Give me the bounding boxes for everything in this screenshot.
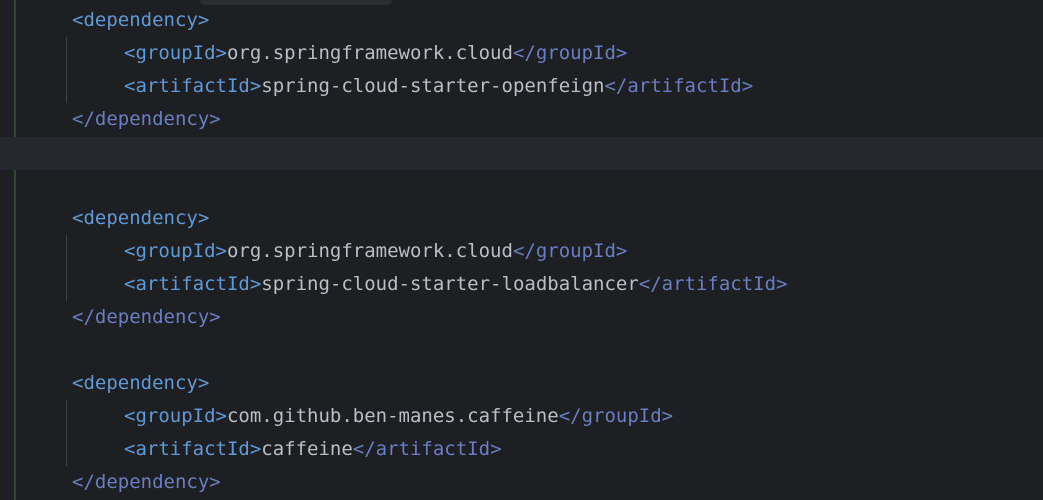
group-id-open-tag: <groupId> bbox=[124, 405, 227, 427]
group-id-line[interactable]: <groupId>com.github.ben-manes.caffeine</… bbox=[124, 400, 673, 433]
group-id-line[interactable]: <groupId>org.springframework.cloud</grou… bbox=[124, 37, 627, 70]
artifact-id-value: spring-cloud-starter-loadbalancer bbox=[261, 273, 639, 295]
dependency-close-line[interactable]: </dependency> bbox=[72, 466, 221, 499]
group-id-close-tag: </groupId> bbox=[512, 42, 628, 64]
group-id-line[interactable]: <groupId>org.springframework.cloud</grou… bbox=[124, 235, 627, 268]
artifact-id-line[interactable]: <artifactId>caffeine</artifactId> bbox=[124, 433, 502, 466]
dependency-close-tag: </dependency> bbox=[72, 306, 221, 328]
dependency-open-line[interactable]: <dependency> bbox=[72, 4, 209, 37]
artifact-id-open-tag: <artifactId> bbox=[124, 273, 262, 295]
dependency-close-line[interactable]: </dependency> bbox=[72, 103, 221, 136]
indent-guide bbox=[66, 235, 67, 301]
artifact-id-line[interactable]: <artifactId>spring-cloud-starter-openfei… bbox=[124, 70, 753, 103]
dependency-close-tag: </dependency> bbox=[72, 471, 221, 493]
dependency-close-tag: </dependency> bbox=[72, 108, 221, 130]
dependency-open-tag: <dependency> bbox=[72, 207, 210, 229]
dependency-open-tag: <dependency> bbox=[72, 372, 210, 394]
dependency-close-line[interactable]: </dependency> bbox=[72, 301, 221, 334]
group-id-value: com.github.ben-manes.caffeine bbox=[226, 405, 559, 427]
dependency-open-line[interactable]: <dependency> bbox=[72, 202, 209, 235]
artifact-id-open-tag: <artifactId> bbox=[124, 75, 262, 97]
group-id-close-tag: </groupId> bbox=[558, 405, 674, 427]
indent-guide bbox=[66, 400, 67, 466]
scroll-hint bbox=[200, 0, 392, 5]
artifact-id-close-tag: </artifactId> bbox=[604, 75, 754, 97]
code-editor[interactable]: <dependency> <groupId>org.springframewor… bbox=[0, 0, 1043, 500]
indent-guide bbox=[66, 37, 67, 103]
group-id-value: org.springframework.cloud bbox=[226, 240, 513, 262]
artifact-id-value: caffeine bbox=[261, 438, 353, 460]
group-id-open-tag: <groupId> bbox=[124, 42, 227, 64]
artifact-id-close-tag: </artifactId> bbox=[638, 273, 788, 295]
group-id-close-tag: </groupId> bbox=[512, 240, 628, 262]
artifact-id-line[interactable]: <artifactId>spring-cloud-starter-loadbal… bbox=[124, 268, 788, 301]
current-line-highlight bbox=[0, 137, 1043, 170]
dependency-open-line[interactable]: <dependency> bbox=[72, 367, 209, 400]
group-id-value: org.springframework.cloud bbox=[226, 42, 513, 64]
artifact-id-value: spring-cloud-starter-openfeign bbox=[261, 75, 605, 97]
vcs-change-marker bbox=[14, 0, 16, 500]
group-id-open-tag: <groupId> bbox=[124, 240, 227, 262]
dependency-open-tag: <dependency> bbox=[72, 9, 210, 31]
artifact-id-close-tag: </artifactId> bbox=[352, 438, 502, 460]
artifact-id-open-tag: <artifactId> bbox=[124, 438, 262, 460]
